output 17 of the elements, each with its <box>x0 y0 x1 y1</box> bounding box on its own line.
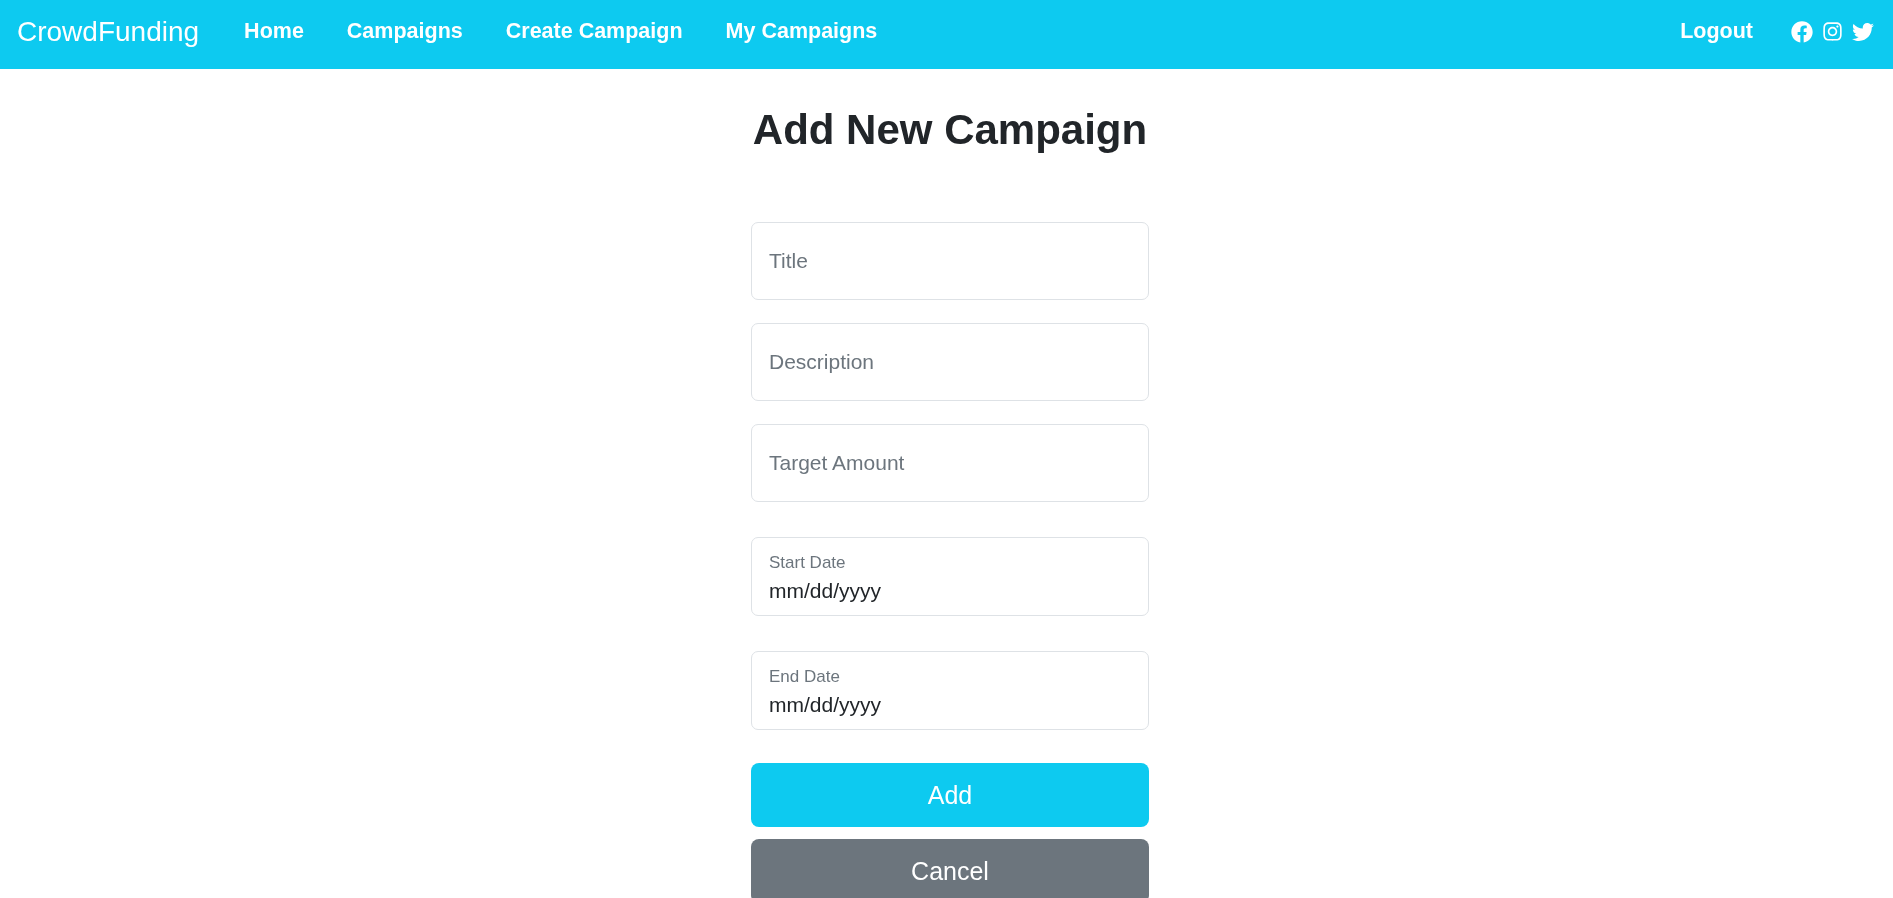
page-heading: Add New Campaign <box>751 105 1149 155</box>
nav-link[interactable]: Campaigns <box>346 19 463 44</box>
input-field[interactable]: Title <box>751 222 1149 301</box>
logout-link[interactable]: Logout <box>1680 19 1753 44</box>
instagram-icon[interactable] <box>1822 21 1843 42</box>
nav-link[interactable]: Home <box>244 19 304 44</box>
facebook-icon[interactable] <box>1791 20 1813 43</box>
nav-link[interactable]: Create Campaign <box>505 19 683 44</box>
input-field[interactable]: Description <box>751 323 1149 402</box>
add-button[interactable]: Add <box>751 763 1149 828</box>
nav-link[interactable]: My Campaigns <box>725 19 878 44</box>
cancel-button[interactable]: Cancel <box>751 839 1149 898</box>
brand-link[interactable]: CrowdFunding <box>17 15 200 48</box>
date-field[interactable]: End Date mm/dd/yyyy <box>751 651 1149 731</box>
date-field[interactable]: Start Date mm/dd/yyyy <box>751 537 1149 617</box>
twitter-icon[interactable] <box>1852 20 1874 43</box>
input-field[interactable]: Target Amount <box>751 424 1149 503</box>
